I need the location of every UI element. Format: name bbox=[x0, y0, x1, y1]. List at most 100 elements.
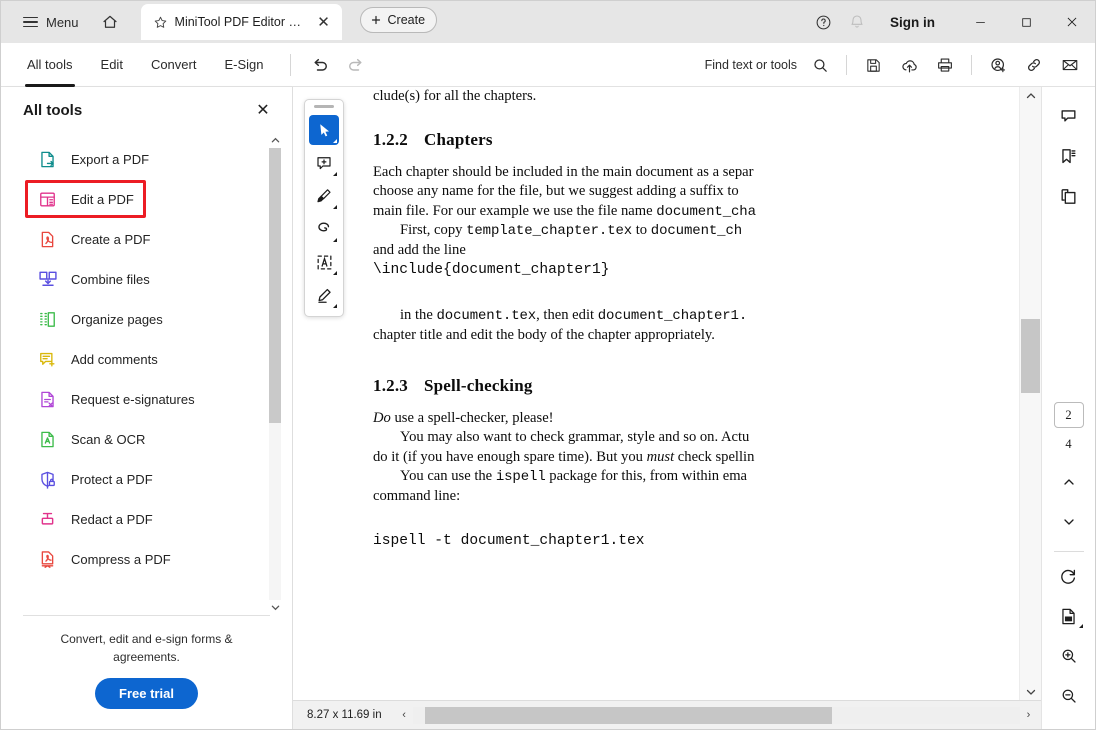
undo-button[interactable] bbox=[305, 50, 335, 80]
tab-esign-label: E-Sign bbox=[224, 57, 264, 72]
redo-icon bbox=[346, 55, 366, 75]
doc-paragraph-6-line-1: You can use the ispell package for this,… bbox=[373, 467, 914, 487]
tab-edit[interactable]: Edit bbox=[89, 43, 135, 87]
doc-text: package for this, from within ema bbox=[545, 468, 748, 485]
minimize-button[interactable] bbox=[957, 1, 1003, 43]
tool-item-request-e-signatures[interactable]: Request e-signatures bbox=[1, 379, 292, 419]
tools-list: Export a PDF Edit a PDF Create a PDF Com… bbox=[1, 133, 292, 615]
chevron-down-icon bbox=[333, 304, 337, 308]
undo-redo-group bbox=[305, 50, 371, 80]
zoom-out-icon bbox=[1060, 687, 1078, 705]
scroll-left-arrow[interactable]: ‹ bbox=[396, 707, 413, 724]
scrollbar-track[interactable] bbox=[269, 148, 281, 600]
email-button[interactable] bbox=[1053, 49, 1087, 81]
upload-button[interactable] bbox=[892, 49, 926, 81]
tool-item-protect-a-pdf[interactable]: Protect a PDF bbox=[1, 459, 292, 499]
document-vertical-scrollbar[interactable] bbox=[1019, 87, 1041, 700]
doc-paragraph-5-line-1: You may also want to check grammar, styl… bbox=[400, 429, 750, 446]
free-trial-button[interactable]: Free trial bbox=[95, 678, 198, 709]
tools-panel-scrollbar[interactable] bbox=[269, 133, 281, 615]
scrollbar-thumb[interactable] bbox=[1021, 319, 1040, 393]
tool-item-edit-a-pdf[interactable]: Edit a PDF bbox=[1, 179, 292, 219]
highlight-tool-button[interactable] bbox=[309, 181, 339, 211]
tab-esign[interactable]: E-Sign bbox=[212, 43, 275, 87]
scroll-down-arrow[interactable] bbox=[269, 600, 281, 615]
create-pdf-icon bbox=[37, 229, 58, 250]
close-icon[interactable]: ✕ bbox=[314, 12, 334, 32]
tool-item-scan-and-ocr[interactable]: Scan & OCR bbox=[1, 419, 292, 459]
combine-files-icon bbox=[37, 269, 58, 290]
chevron-down-icon bbox=[333, 271, 337, 275]
doc-paragraph-2-line-2: and add the line bbox=[373, 242, 466, 259]
draw-tool-button[interactable] bbox=[309, 214, 339, 244]
tab-all-tools[interactable]: All tools bbox=[15, 43, 85, 87]
create-button[interactable]: Create bbox=[359, 6, 438, 33]
select-tool-button[interactable] bbox=[309, 115, 339, 145]
home-button[interactable] bbox=[93, 7, 127, 37]
tool-item-compress-a-pdf[interactable]: Compress a PDF bbox=[1, 539, 292, 579]
scrollbar-thumb[interactable] bbox=[269, 148, 281, 423]
scroll-down-arrow[interactable] bbox=[1020, 683, 1041, 700]
print-button[interactable] bbox=[928, 49, 962, 81]
previous-page-button[interactable] bbox=[1052, 465, 1086, 499]
notifications-button[interactable] bbox=[840, 5, 874, 39]
search-button[interactable] bbox=[803, 49, 837, 81]
tool-item-combine-files[interactable]: Combine files bbox=[1, 259, 292, 299]
scroll-up-arrow[interactable] bbox=[269, 133, 281, 148]
heading-title: Spell-checking bbox=[424, 375, 533, 395]
doc-mono-text: document.tex bbox=[436, 308, 537, 325]
link-button[interactable] bbox=[1017, 49, 1051, 81]
fit-page-button[interactable]: 1:1 bbox=[1052, 599, 1086, 633]
bookmarks-panel-button[interactable] bbox=[1052, 139, 1086, 173]
sign-in-button[interactable]: Sign in bbox=[878, 7, 947, 37]
zoom-in-button[interactable] bbox=[1052, 639, 1086, 673]
scroll-right-arrow[interactable]: › bbox=[1020, 707, 1037, 724]
bookmarks-icon bbox=[1059, 147, 1078, 166]
tool-item-add-comments[interactable]: Add comments bbox=[1, 339, 292, 379]
star-icon bbox=[153, 15, 168, 30]
doc-mono-text: document_chapter1. bbox=[597, 308, 748, 325]
rotate-page-button[interactable] bbox=[1052, 559, 1086, 593]
toolbar-divider bbox=[289, 53, 291, 76]
pdf-page-content: clude(s) for all the chapters. 1.2.2 Chap… bbox=[354, 87, 914, 552]
text-box-tool-button[interactable] bbox=[309, 247, 339, 277]
actions-divider-2 bbox=[971, 55, 972, 75]
page-thumbnails-button[interactable] bbox=[1052, 179, 1086, 213]
heading-number: 1.2.3 bbox=[373, 375, 408, 395]
next-page-button[interactable] bbox=[1052, 505, 1086, 539]
pdf-page[interactable]: clude(s) for all the chapters. 1.2.2 Chap… bbox=[354, 87, 1019, 700]
close-window-button[interactable] bbox=[1049, 1, 1095, 43]
zoom-out-button[interactable] bbox=[1052, 679, 1086, 713]
tool-item-organize-pages[interactable]: Organize pages bbox=[1, 299, 292, 339]
doc-text: in the bbox=[400, 307, 437, 324]
save-icon bbox=[865, 57, 882, 74]
redo-button[interactable] bbox=[341, 50, 371, 80]
maximize-button[interactable] bbox=[1003, 1, 1049, 43]
hamburger-icon bbox=[23, 16, 38, 28]
doc-mono-text: document_cha bbox=[656, 203, 756, 220]
tool-item-create-a-pdf[interactable]: Create a PDF bbox=[1, 219, 292, 259]
document-horizontal-scrollbar[interactable]: ‹ › bbox=[396, 706, 1037, 724]
scrollbar-thumb[interactable] bbox=[424, 706, 832, 724]
current-page-input[interactable]: 2 bbox=[1053, 402, 1084, 428]
scroll-up-arrow[interactable] bbox=[1020, 87, 1041, 104]
right-rail: 2 4 1:1 bbox=[1041, 87, 1095, 729]
undo-icon bbox=[310, 55, 330, 75]
tab-convert[interactable]: Convert bbox=[139, 43, 209, 87]
drag-handle[interactable] bbox=[314, 105, 334, 108]
help-circle-icon bbox=[815, 14, 832, 31]
close-icon[interactable]: ✕ bbox=[250, 97, 276, 123]
add-comment-tool-button[interactable] bbox=[309, 148, 339, 178]
save-button[interactable] bbox=[856, 49, 890, 81]
scrollbar-track[interactable] bbox=[412, 706, 1020, 724]
toolbar-actions: Find text or tools bbox=[705, 43, 1087, 87]
help-button[interactable] bbox=[806, 5, 840, 39]
tool-item-export-a-pdf[interactable]: Export a PDF bbox=[1, 139, 292, 179]
tool-item-redact-a-pdf[interactable]: Redact a PDF bbox=[1, 499, 292, 539]
document-viewer[interactable]: clude(s) for all the chapters. 1.2.2 Chap… bbox=[293, 87, 1041, 729]
signature-tool-button[interactable] bbox=[309, 280, 339, 310]
add-person-button[interactable] bbox=[981, 49, 1015, 81]
comments-panel-button[interactable] bbox=[1052, 99, 1086, 133]
document-tab[interactable]: MiniTool PDF Editor Use… ✕ bbox=[140, 4, 342, 40]
menu-button[interactable]: Menu bbox=[15, 7, 87, 37]
